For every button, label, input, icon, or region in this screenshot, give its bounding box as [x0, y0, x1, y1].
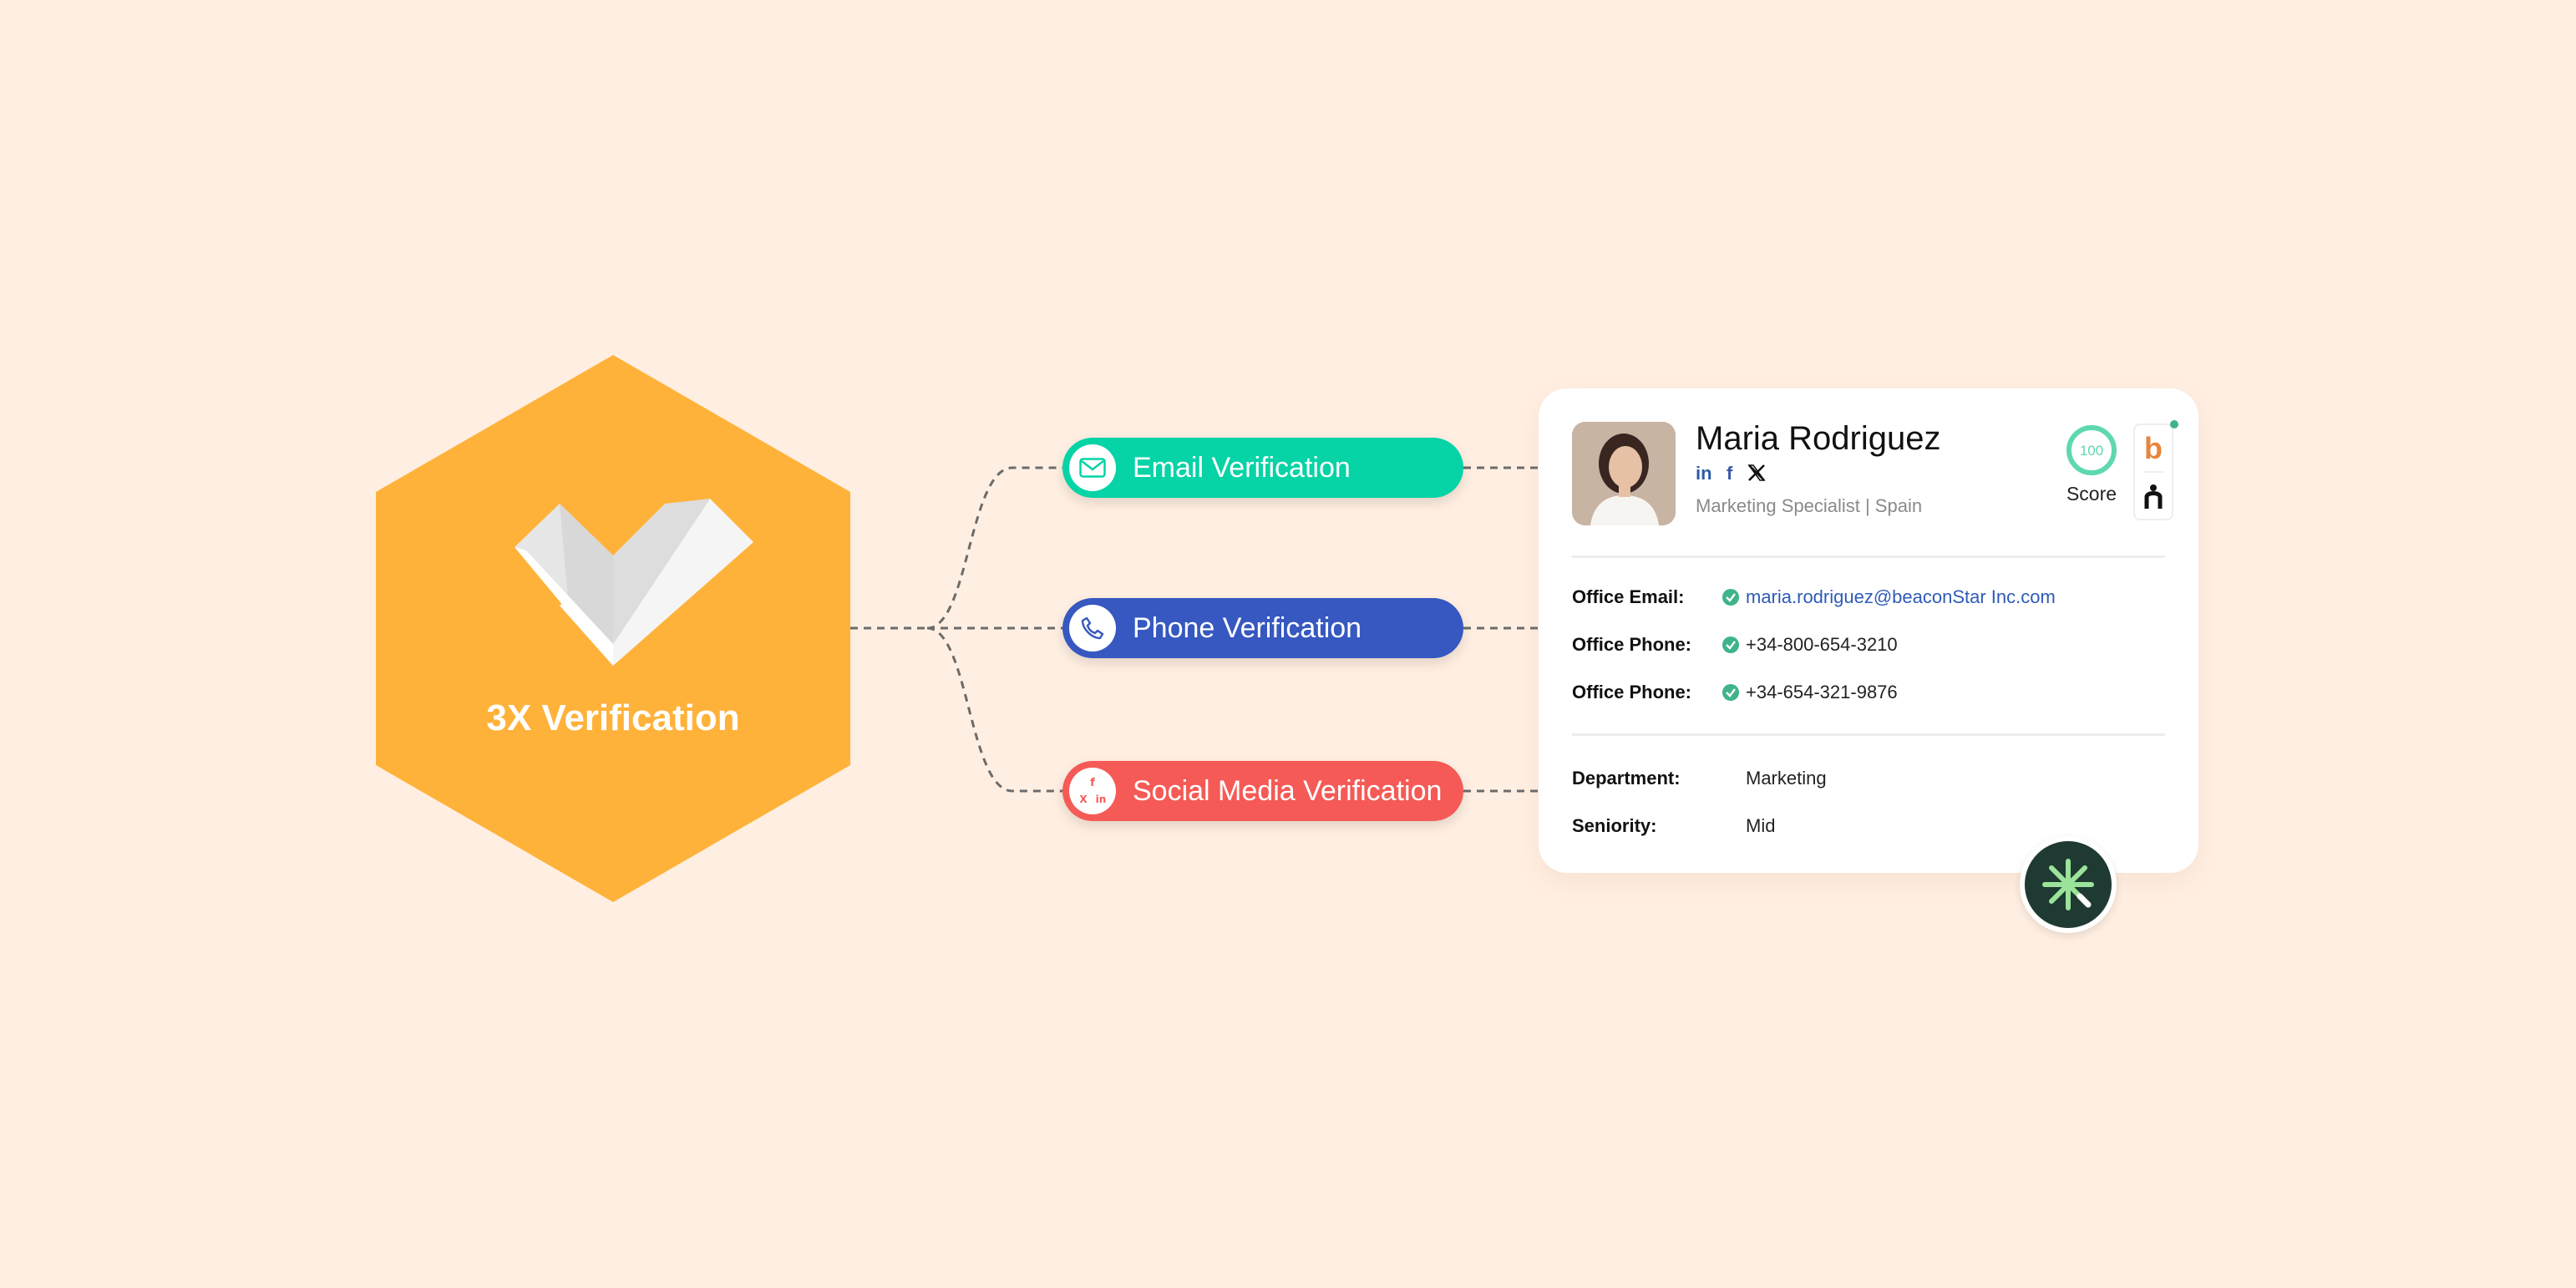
linkedin-icon[interactable]: in: [1696, 463, 1716, 486]
office-email-link[interactable]: maria.rodriguez@beaconStar Inc.com: [1746, 586, 2056, 608]
office-email-label: Office Email:: [1572, 586, 1685, 607]
hexagon-title: 3X Verification: [486, 697, 740, 738]
svg-text:b: b: [2144, 431, 2163, 465]
svg-text:in: in: [1696, 464, 1712, 482]
social-media-icon: f X in: [1069, 768, 1116, 814]
contact-row-email: Office Email: maria.rodriguez@beaconStar…: [1572, 586, 2056, 608]
seniority-value: Mid: [1746, 815, 1776, 836]
asterisk-logo-icon: [2025, 841, 2112, 928]
office-phone-value: +34-654-321-9876: [1746, 682, 1898, 702]
department-value: Marketing: [1746, 768, 1827, 789]
profile-card: Maria Rodriguez in f Marketing Specialis…: [1539, 388, 2198, 873]
b-logo-icon: b: [2144, 431, 2163, 465]
verified-check-icon: [1722, 636, 1739, 653]
email-verification-pill: Email Verification: [1062, 438, 1463, 498]
profile-subtitle: Marketing Specialist | Spain: [1696, 495, 1923, 516]
contact-row-phone-2: Office Phone: +34-654-321-9876: [1572, 682, 1898, 703]
envelope-icon: [1069, 444, 1116, 491]
social-media-verification-pill: f X in Social Media Verification: [1062, 761, 1463, 821]
detail-row-seniority: Seniority: Mid: [1572, 815, 1775, 837]
svg-text:f: f: [1090, 777, 1095, 789]
brand-badge: [2020, 836, 2117, 933]
office-phone-label: Office Phone:: [1572, 682, 1692, 702]
profile-name: Maria Rodriguez: [1696, 420, 1941, 457]
social-links: in f: [1696, 463, 1766, 486]
contact-row-phone-1: Office Phone: +34-800-654-3210: [1572, 634, 1898, 656]
verified-check-icon: [1722, 684, 1739, 701]
verified-check-icon: [1722, 589, 1739, 606]
x-icon[interactable]: [1747, 464, 1766, 486]
verification-hexagon: 3X Verification: [376, 355, 850, 902]
avatar: [1572, 422, 1676, 525]
svg-text:in: in: [1096, 794, 1107, 805]
office-phone-label: Office Phone:: [1572, 634, 1692, 655]
online-indicator: [2170, 420, 2178, 428]
divider: [1572, 555, 2165, 558]
divider: [1572, 733, 2165, 736]
phone-verification-pill: Phone Verification: [1062, 598, 1463, 658]
department-label: Department:: [1572, 768, 1681, 789]
email-verification-label: Email Verification: [1133, 451, 1351, 484]
detail-row-department: Department: Marketing: [1572, 768, 1827, 789]
facebook-icon[interactable]: f: [1726, 463, 1737, 486]
hexagon-shape: [376, 355, 850, 902]
phone-icon: [1069, 605, 1116, 652]
seniority-label: Seniority:: [1572, 815, 1657, 836]
svg-text:X: X: [1079, 794, 1088, 805]
score-value: 100: [2080, 443, 2103, 459]
svg-text:f: f: [1727, 464, 1733, 482]
phone-verification-label: Phone Verification: [1133, 611, 1362, 644]
score-ring: 100: [2066, 425, 2117, 475]
person-logo-icon: [2144, 484, 2163, 509]
office-phone-value: +34-800-654-3210: [1746, 634, 1898, 655]
social-media-verification-label: Social Media Verification: [1133, 774, 1443, 807]
brand-logos: b: [2133, 423, 2173, 520]
score-label: Score: [2066, 483, 2117, 505]
